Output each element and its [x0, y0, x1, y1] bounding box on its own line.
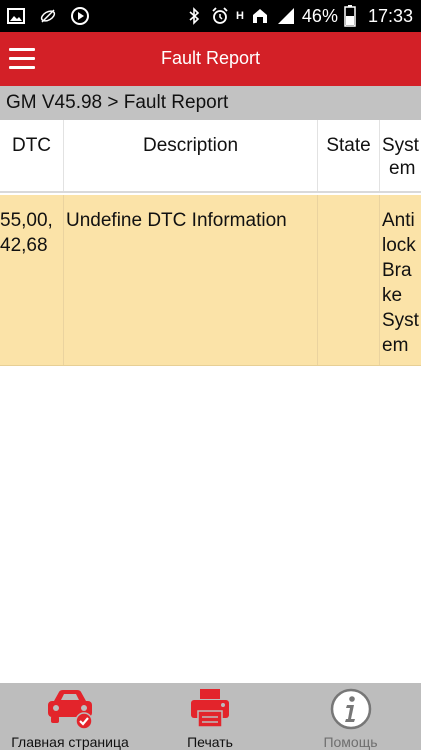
home-label: Главная страница — [11, 734, 129, 750]
gallery-icon — [7, 8, 25, 24]
row-system-line: Bra — [382, 260, 412, 281]
row-system-line: Syst — [382, 310, 419, 331]
row-dtc-line1: 55,00, — [0, 210, 53, 231]
bottom-toolbar: Главная страница Печать Помощь — [0, 683, 421, 750]
data-saver-icon — [40, 9, 56, 23]
print-button[interactable]: Печать — [140, 683, 280, 750]
row-dtc-line2: 42,68 — [0, 235, 48, 256]
row-dtc: 55,00, 42,68 — [0, 195, 63, 365]
help-label: Помощь — [323, 734, 378, 750]
help-button[interactable]: Помощь — [280, 683, 421, 750]
breadcrumb-text: GM V45.98 > Fault Report — [6, 92, 229, 113]
row-state — [317, 195, 379, 365]
header-dtc: DTC — [11, 135, 52, 156]
page-title: Fault Report — [160, 48, 261, 68]
clock: 17:33 — [367, 5, 413, 26]
status-indicators: H 46% 17:33 — [184, 4, 413, 28]
battery-percent: 46% — [301, 5, 338, 26]
app-bar: Fault Report — [0, 32, 421, 86]
status-bar: H 46% 17:33 — [0, 0, 421, 32]
row-system-line: Anti — [382, 210, 415, 231]
home-button[interactable]: Главная страница — [0, 683, 140, 750]
row-system-line: em — [382, 335, 409, 356]
battery-icon — [344, 5, 356, 27]
home-wifi-icon — [252, 9, 267, 23]
header-system: Syst em — [379, 120, 421, 191]
table-row[interactable]: 55,00, 42,68 Undefine DTC Information An… — [0, 195, 421, 366]
row-description: Undefine DTC Information — [63, 195, 317, 365]
play-icon — [71, 7, 89, 25]
breadcrumb: GM V45.98 > Fault Report — [0, 86, 421, 120]
network-type: H — [235, 10, 244, 22]
header-system-line1: Syst — [382, 135, 419, 156]
row-system-line: lock — [382, 235, 416, 256]
row-system: Anti lock Bra ke Syst em — [379, 195, 421, 365]
printer-icon — [191, 689, 229, 728]
alarm-icon — [212, 7, 228, 24]
car-check-icon — [48, 690, 93, 730]
header-description: Description — [63, 120, 317, 191]
signal-icon — [277, 8, 294, 24]
header-system-line2: em — [389, 158, 416, 179]
fault-table: DTC Description State Syst em 55,00, 42,… — [0, 120, 421, 366]
print-label: Печать — [187, 734, 233, 750]
info-icon — [330, 688, 371, 730]
status-notifications — [6, 5, 90, 27]
bluetooth-icon — [189, 7, 200, 25]
table-header: DTC Description State Syst em — [0, 120, 421, 193]
row-system-line: ke — [382, 285, 403, 306]
header-state: State — [317, 120, 379, 191]
